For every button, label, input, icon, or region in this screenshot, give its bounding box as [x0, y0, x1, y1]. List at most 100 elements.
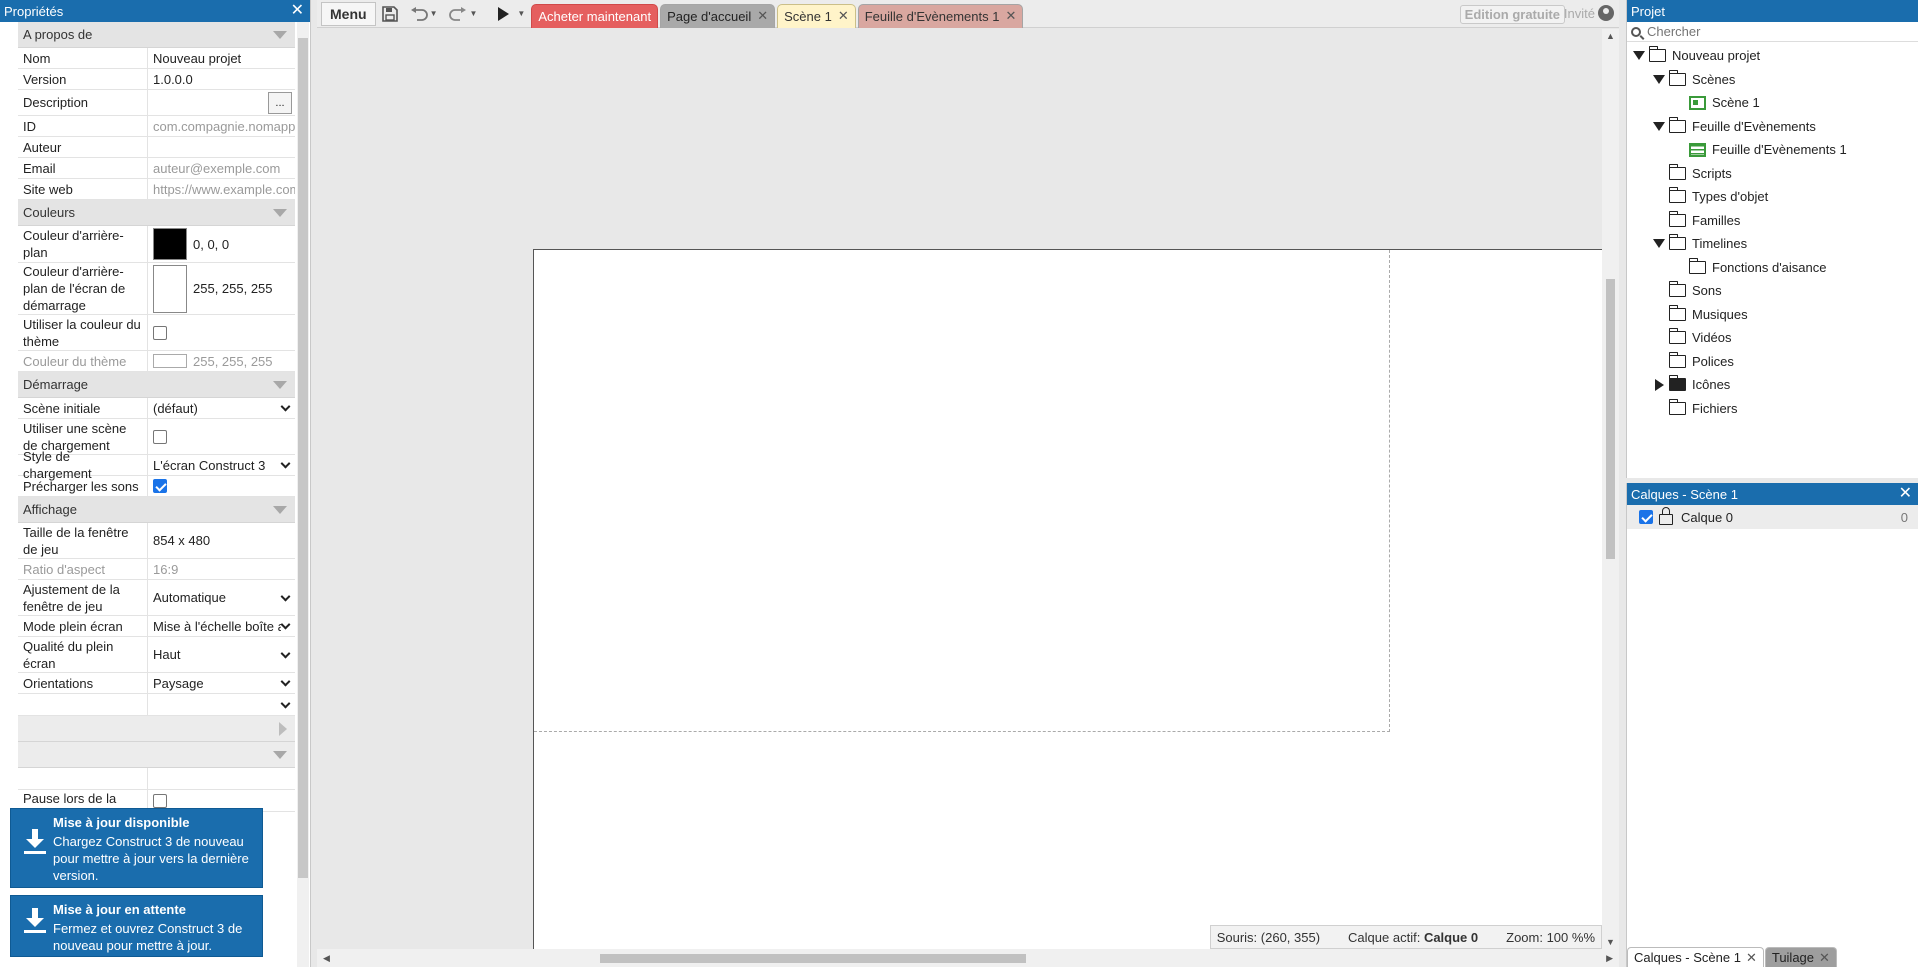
close-icon[interactable]: ✕: [1746, 950, 1757, 966]
scroll-left-icon[interactable]: ◀: [323, 953, 330, 964]
preload-sounds-checkbox[interactable]: [153, 479, 167, 493]
tree-item-object-types[interactable]: Types d'objet: [1627, 185, 1918, 209]
preview-play-icon[interactable]: ▼: [491, 2, 531, 26]
vertical-scrollbar[interactable]: ▲ ▼: [1602, 29, 1619, 949]
close-icon[interactable]: ✕: [1819, 950, 1830, 966]
undo-icon[interactable]: ▼: [404, 2, 444, 26]
lock-icon[interactable]: [1659, 506, 1673, 525]
tree-item-scripts[interactable]: Scripts: [1627, 162, 1918, 186]
update-pending-notification[interactable]: Mise à jour en attente Fermez et ouvrez …: [10, 895, 263, 957]
fullscreen-select[interactable]: Mise à l'échelle boîte aux lettres: [148, 616, 295, 636]
tree-item-videos[interactable]: Vidéos: [1627, 326, 1918, 350]
collapse-icon[interactable]: [273, 30, 287, 39]
fit-select[interactable]: Automatique: [148, 580, 295, 615]
color-swatch[interactable]: [153, 264, 187, 313]
layout-area[interactable]: [533, 249, 1602, 949]
user-avatar-icon[interactable]: [1598, 5, 1614, 21]
scroll-right-icon[interactable]: ▶: [1606, 953, 1613, 964]
layer-row[interactable]: Calque 0 0: [1627, 505, 1918, 529]
tab-start-page[interactable]: Page d'accueil ✕: [660, 3, 776, 28]
use-loader-checkbox[interactable]: [153, 429, 167, 444]
chevron-down-icon[interactable]: ▼: [469, 9, 477, 18]
tree-item-scene-1[interactable]: Scène 1: [1627, 91, 1918, 115]
close-icon[interactable]: ✕: [1899, 486, 1912, 502]
collapse-icon[interactable]: [273, 505, 287, 514]
collapse-icon[interactable]: [1653, 121, 1665, 131]
tree-item-event-sheet-1[interactable]: Feuille d'Evènements 1: [1627, 138, 1918, 162]
website-input[interactable]: https://www.example.com: [148, 179, 295, 199]
menu-button[interactable]: Menu: [321, 1, 376, 26]
project-search[interactable]: [1627, 22, 1918, 42]
close-icon[interactable]: ✕: [291, 3, 304, 19]
collapse-icon[interactable]: [1633, 51, 1645, 61]
tree-item-easing[interactable]: Fonctions d'aisance: [1627, 256, 1918, 280]
scroll-down-icon[interactable]: ▼: [1606, 937, 1615, 947]
expand-icon[interactable]: [1653, 378, 1665, 391]
id-input[interactable]: com.compagnie.nomapp: [148, 116, 295, 136]
tree-item-music[interactable]: Musiques: [1627, 303, 1918, 327]
update-available-notification[interactable]: Mise à jour disponible Chargez Construct…: [10, 808, 263, 888]
chevron-down-icon[interactable]: ▼: [517, 9, 525, 18]
section-about[interactable]: A propos de: [18, 22, 295, 48]
collapse-icon[interactable]: [1653, 239, 1665, 249]
section-collapsed-1[interactable]: [18, 716, 295, 742]
scrollbar-thumb[interactable]: [600, 954, 1026, 963]
layer-visible-checkbox[interactable]: [1639, 510, 1653, 524]
section-display[interactable]: Affichage: [18, 497, 295, 523]
name-input[interactable]: Nouveau projet: [148, 48, 295, 68]
collapse-icon[interactable]: [273, 208, 287, 217]
loader-style-select[interactable]: L'écran Construct 3: [148, 455, 295, 475]
tree-item-icons[interactable]: Icônes: [1627, 373, 1918, 397]
tree-item-timelines[interactable]: Timelines: [1627, 232, 1918, 256]
chevron-down-icon[interactable]: ▼: [430, 9, 438, 18]
scrollbar-thumb[interactable]: [298, 38, 308, 878]
scroll-up-icon[interactable]: ▲: [1606, 31, 1615, 41]
email-input[interactable]: auteur@exemple.com: [148, 158, 295, 178]
splash-color-picker[interactable]: 255, 255, 255: [148, 263, 295, 314]
tree-item-event-sheets[interactable]: Feuille d'Evènements: [1627, 115, 1918, 139]
section-startup[interactable]: Démarrage: [18, 372, 295, 398]
properties-scrollbar[interactable]: [297, 22, 309, 967]
viewport-input[interactable]: 854 x 480: [148, 523, 295, 558]
section-collapsed-2[interactable]: [18, 742, 295, 768]
tree-item-sounds[interactable]: Sons: [1627, 279, 1918, 303]
tree-item-fonts[interactable]: Polices: [1627, 350, 1918, 374]
orientations-select[interactable]: Paysage: [148, 673, 295, 693]
collapse-icon[interactable]: [273, 380, 287, 389]
guest-label[interactable]: Invité: [1564, 6, 1595, 21]
tree-item-root[interactable]: Nouveau projet: [1627, 44, 1918, 68]
horizontal-scrollbar[interactable]: ◀ ▶: [317, 949, 1619, 967]
search-input[interactable]: [1647, 24, 1897, 39]
close-icon[interactable]: ✕: [838, 8, 849, 24]
tab-layers[interactable]: Calques - Scène 1 ✕: [1627, 947, 1764, 967]
collapse-icon[interactable]: [1653, 74, 1665, 84]
color-swatch[interactable]: [153, 228, 187, 260]
description-input[interactable]: ...: [148, 90, 295, 115]
pause-checkbox[interactable]: [153, 793, 167, 808]
save-icon[interactable]: [376, 2, 404, 26]
version-input[interactable]: 1.0.0.0: [148, 69, 295, 89]
author-input[interactable]: [148, 137, 295, 157]
tab-event-sheet-1[interactable]: Feuille d'Evènements 1 ✕: [857, 3, 1024, 28]
tree-item-files[interactable]: Fichiers: [1627, 397, 1918, 421]
tab-buy-now[interactable]: Acheter maintenant: [531, 3, 659, 28]
tab-scene-1[interactable]: Scène 1 ✕: [777, 3, 856, 28]
expand-icon[interactable]: [279, 721, 287, 736]
first-scene-select[interactable]: (défaut): [148, 398, 295, 418]
close-icon[interactable]: ✕: [1005, 8, 1016, 24]
tree-item-families[interactable]: Familles: [1627, 209, 1918, 233]
close-icon[interactable]: ✕: [757, 8, 768, 24]
bg-color-picker[interactable]: 0, 0, 0: [148, 226, 295, 262]
scrollbar-thumb[interactable]: [1606, 279, 1615, 559]
layout-canvas[interactable]: [317, 29, 1602, 949]
quality-select[interactable]: Haut: [148, 637, 295, 672]
description-edit-button[interactable]: ...: [268, 92, 292, 114]
tab-tilemap[interactable]: Tuilage ✕: [1764, 947, 1837, 967]
tree-item-scenes[interactable]: Scènes: [1627, 68, 1918, 92]
section-colors[interactable]: Couleurs: [18, 200, 295, 226]
redo-icon[interactable]: ▼: [443, 2, 483, 26]
collapse-icon[interactable]: [273, 750, 287, 759]
edition-badge[interactable]: Edition gratuite: [1459, 5, 1565, 24]
use-theme-checkbox[interactable]: [153, 325, 167, 340]
hidden-select[interactable]: [148, 694, 295, 715]
